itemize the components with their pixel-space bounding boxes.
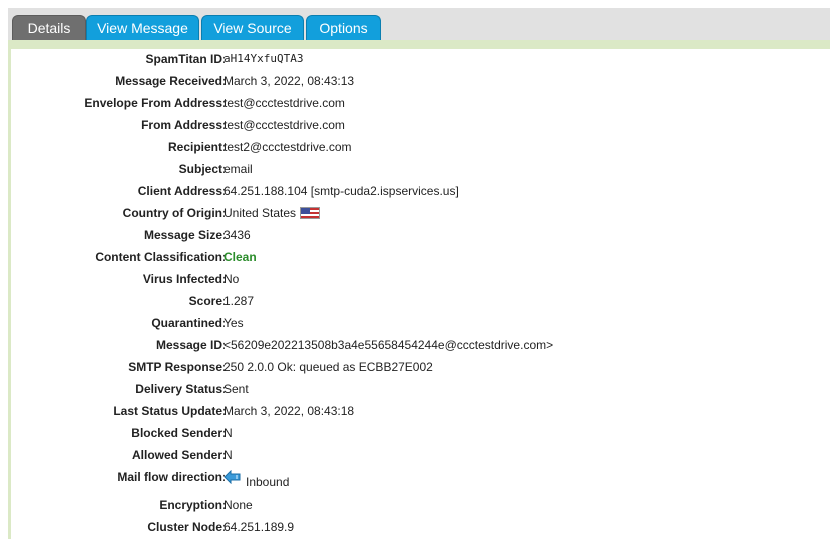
smtp-response-label: SMTP Response:: [128, 360, 226, 374]
row-quarantined: Quarantined: Yes: [11, 313, 830, 335]
inbound-arrow-icon: [224, 470, 241, 484]
row-country-of-origin: Country of Origin: United States: [11, 203, 830, 225]
country-value-wrap: United States: [224, 206, 321, 220]
allowed-sender-value: N: [224, 448, 233, 462]
tab-view-message[interactable]: View Message: [86, 15, 199, 40]
tab-options[interactable]: Options: [306, 15, 381, 40]
row-subject: Subject: email: [11, 159, 830, 181]
row-encryption: Encryption: None: [11, 495, 830, 517]
delivery-status-value: Sent: [224, 382, 249, 396]
subject-value: email: [224, 162, 253, 176]
client-address-value: 64.251.188.104 [smtp-cuda2.ispservices.u…: [224, 184, 459, 198]
message-size-label: Message Size:: [143, 228, 226, 242]
mail-flow-label: Mail flow direction:: [117, 470, 226, 484]
row-client-address: Client Address: 64.251.188.104 [smtp-cud…: [11, 181, 830, 203]
country-label: Country of Origin:: [122, 206, 226, 220]
last-status-update-value: March 3, 2022, 08:43:18: [224, 404, 355, 418]
message-received-label: Message Received:: [115, 74, 226, 88]
row-content-classification: Content Classification: Clean: [11, 247, 830, 269]
encryption-label: Encryption:: [159, 498, 226, 512]
virus-infected-label: Virus Infected:: [142, 272, 226, 286]
mail-flow-value-wrap: Inbound: [224, 470, 290, 489]
details-header-band: [8, 40, 830, 49]
client-address-label: Client Address:: [137, 184, 226, 198]
allowed-sender-label: Allowed Sender:: [131, 448, 226, 462]
row-delivery-status: Delivery Status: Sent: [11, 379, 830, 401]
row-mail-flow-direction: Mail flow direction: Inbound: [11, 467, 830, 493]
subject-label: Subject:: [178, 162, 226, 176]
row-virus-infected: Virus Infected: No: [11, 269, 830, 291]
row-message-id: Message ID: <56209e202213508b3a4e5565845…: [11, 335, 830, 357]
spamtitan-id-value: aH14YxfuQTA3: [224, 52, 304, 65]
last-status-update-label: Last Status Update:: [113, 404, 226, 418]
envelope-from-value: test@ccctestdrive.com: [224, 96, 345, 110]
cluster-node-label: Cluster Node:: [147, 520, 226, 534]
quarantined-value: Yes: [224, 316, 244, 330]
recipient-label: Recipient:: [167, 140, 226, 154]
recipient-value: test2@ccctestdrive.com: [224, 140, 352, 154]
row-message-received: Message Received: March 3, 2022, 08:43:1…: [11, 71, 830, 93]
message-id-label: Message ID:: [155, 338, 226, 352]
delivery-status-label: Delivery Status:: [135, 382, 226, 396]
row-cluster-node: Cluster Node: 64.251.189.9: [11, 517, 830, 539]
row-spamtitan-id: SpamTitan ID: aH14YxfuQTA3: [11, 49, 830, 71]
blocked-sender-value: N: [224, 426, 233, 440]
message-received-value: March 3, 2022, 08:43:13: [224, 74, 355, 88]
from-address-label: From Address:: [141, 118, 226, 132]
content-classification-value: Clean: [224, 250, 257, 264]
tab-bar: Details View Message View Source Options: [8, 8, 830, 40]
content-classification-label: Content Classification:: [95, 250, 226, 264]
country-value: United States: [224, 206, 297, 220]
smtp-response-value: 250 2.0.0 Ok: queued as ECBB27E002: [224, 360, 433, 374]
cluster-node-value: 64.251.189.9: [224, 520, 295, 534]
virus-infected-value: No: [224, 272, 240, 286]
encryption-value: None: [224, 498, 253, 512]
row-blocked-sender: Blocked Sender: N: [11, 423, 830, 445]
from-address-value: test@ccctestdrive.com: [224, 118, 345, 132]
row-allowed-sender: Allowed Sender: N: [11, 445, 830, 467]
details-panel: SpamTitan ID: aH14YxfuQTA3 Message Recei…: [11, 49, 830, 539]
message-id-value: <56209e202213508b3a4e55658454244e@ccctes…: [224, 338, 554, 352]
message-size-value: 3436: [224, 228, 251, 242]
score-value: 1.287: [224, 294, 255, 308]
row-score: Score: 1.287: [11, 291, 830, 313]
tab-view-source[interactable]: View Source: [201, 15, 304, 40]
row-message-size: Message Size: 3436: [11, 225, 830, 247]
row-last-status-update: Last Status Update: March 3, 2022, 08:43…: [11, 401, 830, 423]
score-label: Score:: [188, 294, 226, 308]
envelope-from-label: Envelope From Address:: [84, 96, 226, 110]
us-flag-icon: [300, 207, 321, 219]
row-recipient: Recipient: test2@ccctestdrive.com: [11, 137, 830, 159]
row-envelope-from: Envelope From Address: test@ccctestdrive…: [11, 93, 830, 115]
quarantined-label: Quarantined:: [151, 316, 226, 330]
row-from-address: From Address: test@ccctestdrive.com: [11, 115, 830, 137]
mail-flow-value: Inbound: [246, 475, 290, 489]
row-smtp-response: SMTP Response: 250 2.0.0 Ok: queued as E…: [11, 357, 830, 379]
top-edge: [0, 0, 830, 8]
tab-details[interactable]: Details: [12, 15, 86, 40]
spamtitan-id-label: SpamTitan ID:: [145, 52, 226, 66]
blocked-sender-label: Blocked Sender:: [131, 426, 226, 440]
